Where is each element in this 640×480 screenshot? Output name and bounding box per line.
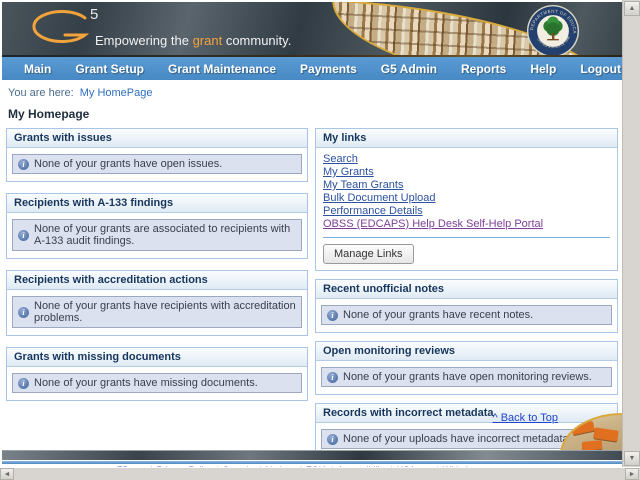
right-column: My links Search My Grants My Team Grants… [315,128,618,465]
nav-item-help[interactable]: Help [518,62,568,76]
vertical-scrollbar[interactable]: ▲ ▼ [622,0,640,467]
panel-title: Recipients with accreditation actions [7,271,307,290]
breadcrumb-current-link[interactable]: My HomePage [80,87,153,99]
panel-accreditation-actions: Recipients with accreditation actions No… [6,270,308,336]
nav-item-grant-maintenance[interactable]: Grant Maintenance [156,62,288,76]
scroll-left-arrow-icon[interactable]: ◄ [0,468,14,480]
main-nav: Main Grant Setup Grant Maintenance Payme… [2,57,622,80]
info-message: None of your grants have recent notes. [321,305,612,325]
link-obss-help-desk[interactable]: OBSS (EDCAPS) Help Desk Self-Help Portal [323,218,610,231]
info-message: None of your grants have open issues. [12,154,302,174]
page-title: My Homepage [8,107,90,121]
department-of-education-seal-icon: DEPARTMENT OF EDUCATION UNITED STATES OF… [526,4,580,57]
info-icon [327,309,338,321]
back-to-top-link[interactable]: ^ Back to Top [493,412,559,424]
g5-logo-icon [32,10,90,43]
nav-item-main[interactable]: Main [12,62,63,76]
info-icon [18,306,29,318]
link-my-team-grants[interactable]: My Team Grants [323,179,610,192]
link-search[interactable]: Search [323,153,610,166]
panel-title: Records with incorrect metadata [316,404,617,423]
info-icon [18,158,29,170]
info-icon [18,229,29,241]
info-message: None of your grants have missing documen… [12,373,302,393]
footer-divider [2,460,622,464]
panel-missing-documents: Grants with missing documents None of yo… [6,347,308,401]
panel-title: Open monitoring reviews [316,342,617,361]
breadcrumb-prefix: You are here: [8,87,74,99]
header-tagline: Empowering the grant community. [95,33,292,48]
manage-links-button[interactable]: Manage Links [323,244,414,264]
panel-title: Recipients with A-133 findings [7,194,307,213]
link-performance-details[interactable]: Performance Details [323,205,610,218]
info-icon [327,371,338,383]
nav-item-grant-setup[interactable]: Grant Setup [63,62,156,76]
panel-title: Grants with missing documents [7,348,307,367]
nav-item-payments[interactable]: Payments [288,62,369,76]
scroll-up-arrow-icon[interactable]: ▲ [624,1,640,16]
panel-a133-findings: Recipients with A-133 findings None of y… [6,193,308,259]
panel-title: Grants with issues [7,129,307,148]
panel-grants-with-issues: Grants with issues None of your grants h… [6,128,308,182]
info-message: None of your grants are associated to re… [12,219,302,251]
g5-logo-five: 5 [90,6,100,23]
info-icon [18,377,29,389]
my-links-list: Search My Grants My Team Grants Bulk Doc… [316,148,617,270]
content-area: 5 Empowering the grant community. DEPART… [2,2,622,470]
header-banner: 5 Empowering the grant community. DEPART… [2,2,622,57]
left-column: Grants with issues None of your grants h… [6,128,308,465]
info-icon [327,433,338,445]
scroll-down-arrow-icon[interactable]: ▼ [624,451,640,466]
horizontal-scrollbar[interactable]: ◄ ► [0,467,640,480]
breadcrumb: You are here: My HomePage [8,87,622,99]
panel-title: Recent unofficial notes [316,280,617,299]
nav-item-reports[interactable]: Reports [449,62,518,76]
link-my-grants[interactable]: My Grants [323,166,610,179]
info-message: None of your grants have open monitoring… [321,367,612,387]
panel-title: My links [316,129,617,148]
footer-banner [2,450,622,460]
panel-unofficial-notes: Recent unofficial notes None of your gra… [315,279,618,333]
panel-my-links: My links Search My Grants My Team Grants… [315,128,618,271]
g5-homepage: 5 Empowering the grant community. DEPART… [0,0,640,480]
nav-item-g5-admin[interactable]: G5 Admin [369,62,449,76]
scroll-right-arrow-icon[interactable]: ► [625,468,639,480]
link-bulk-document-upload[interactable]: Bulk Document Upload [323,192,610,205]
panel-monitoring-reviews: Open monitoring reviews None of your gra… [315,341,618,395]
info-message: None of your grants have recipients with… [12,296,302,328]
